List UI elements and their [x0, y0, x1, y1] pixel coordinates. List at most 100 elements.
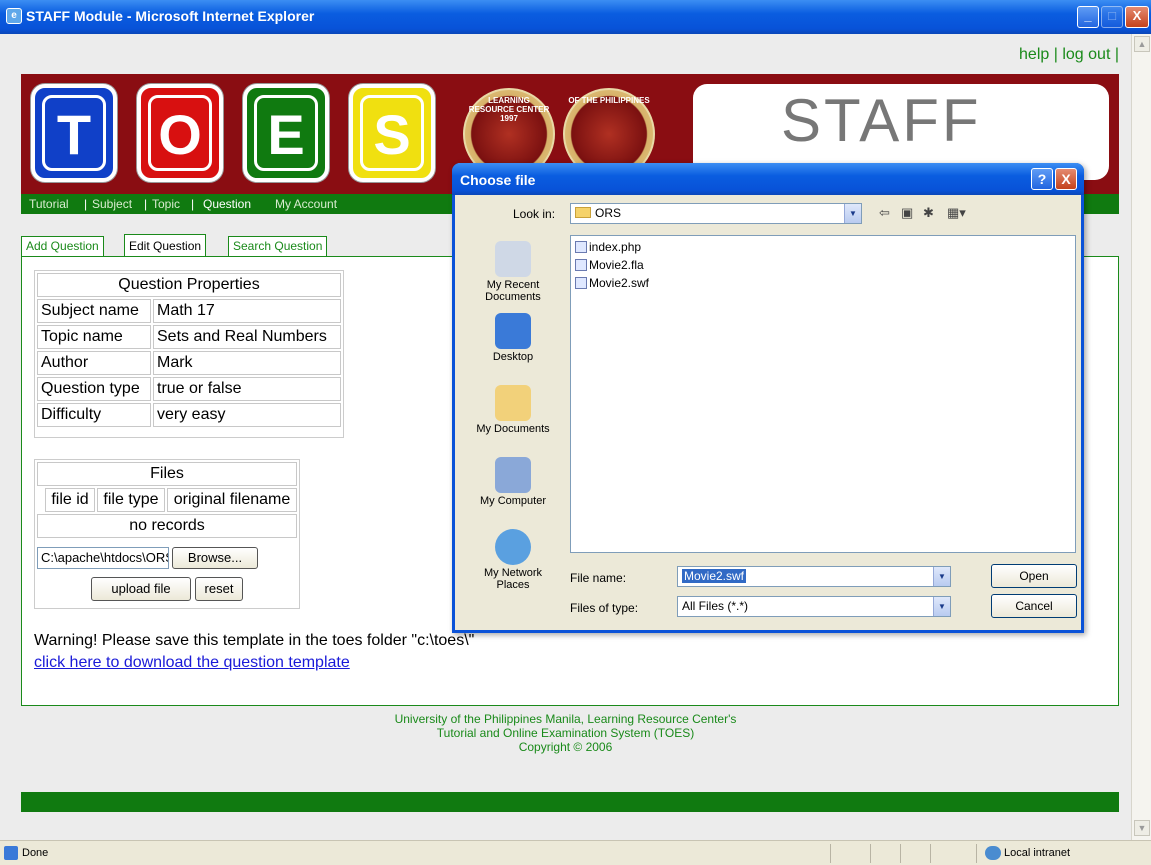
scroll-up-icon[interactable]: ▲: [1134, 36, 1150, 52]
status-text: Done: [22, 847, 49, 859]
documents-folder-icon: [495, 385, 531, 421]
prop-value: true or false: [153, 377, 341, 401]
logo-e: E: [243, 84, 329, 182]
dialog-title: Choose file: [460, 172, 536, 188]
page-icon: [4, 846, 18, 860]
up-folder-icon[interactable]: ▣: [901, 205, 913, 221]
place-network-places[interactable]: My Network Places: [467, 529, 559, 591]
scroll-down-icon[interactable]: ▼: [1134, 820, 1150, 836]
browse-button[interactable]: Browse...: [172, 547, 258, 569]
warning-text: Warning! Please save this template in th…: [34, 632, 475, 649]
file-item[interactable]: Movie2.fla: [575, 258, 644, 272]
open-button[interactable]: Open: [991, 564, 1077, 588]
cancel-button[interactable]: Cancel: [991, 594, 1077, 618]
chevron-down-icon[interactable]: ▼: [844, 204, 861, 223]
nav-subject[interactable]: Subject: [92, 197, 132, 211]
file-path-input[interactable]: C:\apache\htdocs\ORS\: [37, 547, 169, 569]
logo-s: S: [349, 84, 435, 182]
prop-label: Question type: [37, 377, 151, 401]
file-list[interactable]: index.php Movie2.fla Movie2.swf: [570, 235, 1076, 553]
upload-file-button[interactable]: upload file: [91, 577, 191, 601]
reset-button[interactable]: reset: [195, 577, 243, 601]
clock-icon: [495, 241, 531, 277]
intranet-icon: [985, 846, 1001, 860]
files-of-type-select[interactable]: All Files (*.*) ▼: [677, 596, 951, 617]
properties-title: Question Properties: [37, 273, 341, 297]
seal-text: LEARNING RESOURCE CENTER 1997: [468, 96, 550, 123]
status-divider: [830, 844, 831, 863]
status-divider: [930, 844, 931, 863]
close-button[interactable]: X: [1125, 6, 1149, 28]
back-icon[interactable]: ⇦: [879, 205, 890, 221]
place-label: My Recent Documents: [485, 279, 541, 303]
places-bar: My Recent Documents Desktop My Documents…: [467, 235, 559, 595]
download-template-link[interactable]: click here to download the question temp…: [34, 654, 350, 672]
nav-my-account[interactable]: My Account: [275, 197, 337, 211]
footer-line: Copyright © 2006: [518, 740, 613, 754]
tab-edit-question[interactable]: Edit Question: [124, 234, 207, 257]
file-icon: [575, 277, 587, 289]
prop-value: Math 17: [153, 299, 341, 323]
file-item[interactable]: Movie2.swf: [575, 276, 649, 290]
dialog-close-button[interactable]: X: [1055, 168, 1077, 190]
computer-icon: [495, 457, 531, 493]
nav-topic[interactable]: Topic: [152, 197, 180, 211]
tab-add-question[interactable]: Add Question: [21, 236, 104, 257]
help-link[interactable]: help: [1019, 46, 1049, 63]
place-label: My Documents: [476, 423, 550, 435]
folder-icon: [575, 207, 591, 218]
logout-link[interactable]: log out: [1062, 46, 1110, 63]
logo-t: T: [31, 84, 117, 182]
place-label: My Network Places: [483, 567, 543, 591]
place-desktop[interactable]: Desktop: [467, 313, 559, 363]
view-menu-icon[interactable]: ▦▾: [947, 205, 966, 221]
status-divider: [900, 844, 901, 863]
files-of-type-value: All Files (*.*): [682, 599, 749, 613]
seal-text: OF THE PHILIPPINES: [568, 96, 650, 105]
file-icon: [575, 259, 587, 271]
footer-line: University of the Philippines Manila, Le…: [394, 712, 737, 726]
place-my-documents[interactable]: My Documents: [467, 385, 559, 435]
logo-letter: E: [254, 95, 318, 171]
file-name-input[interactable]: Movie2.swf ▼: [677, 566, 951, 587]
files-column-header: file id: [45, 488, 95, 512]
logo-letter: O: [148, 95, 212, 171]
nav-question[interactable]: Question: [203, 197, 251, 211]
place-my-computer[interactable]: My Computer: [467, 457, 559, 507]
look-in-combo[interactable]: ORS ▼: [570, 203, 862, 224]
nav-separator: |: [84, 197, 88, 211]
nav-tutorial[interactable]: Tutorial: [29, 197, 69, 211]
look-in-value: ORS: [595, 206, 622, 220]
logo-letter: T: [42, 95, 106, 171]
prop-label: Topic name: [37, 325, 151, 349]
file-name-label: File name:: [570, 571, 627, 585]
files-title: Files: [37, 462, 297, 486]
top-links: help | log out |: [1019, 46, 1119, 64]
new-folder-icon[interactable]: ✱: [923, 205, 934, 221]
place-label: Desktop: [492, 351, 534, 363]
tab-search-question[interactable]: Search Question: [228, 236, 328, 257]
title-bar: e STAFF Module - Microsoft Internet Expl…: [0, 0, 1151, 34]
status-bar: Done Local intranet: [0, 840, 1151, 865]
nav-separator: |: [144, 197, 148, 211]
chevron-down-icon[interactable]: ▼: [933, 597, 950, 616]
bottom-bar: [21, 792, 1119, 812]
minimize-button[interactable]: _: [1077, 6, 1099, 28]
vertical-scrollbar[interactable]: ▲ ▼: [1131, 34, 1151, 840]
link-separator: |: [1114, 46, 1119, 63]
no-records: no records: [37, 514, 297, 538]
status-divider: [870, 844, 871, 863]
maximize-button[interactable]: □: [1101, 6, 1123, 28]
place-recent-documents[interactable]: My Recent Documents: [467, 241, 559, 303]
prop-label: Subject name: [37, 299, 151, 323]
help-button[interactable]: ?: [1031, 168, 1053, 190]
place-label: My Computer: [479, 495, 547, 507]
file-item[interactable]: index.php: [575, 240, 641, 254]
status-divider: [976, 844, 977, 863]
prop-value: Mark: [153, 351, 341, 375]
footer-line: Tutorial and Online Examination System (…: [436, 726, 695, 740]
ie-icon: e: [6, 8, 22, 24]
prop-label: Difficulty: [37, 403, 151, 427]
file-name-value: Movie2.swf: [682, 569, 747, 583]
chevron-down-icon[interactable]: ▼: [933, 567, 950, 586]
